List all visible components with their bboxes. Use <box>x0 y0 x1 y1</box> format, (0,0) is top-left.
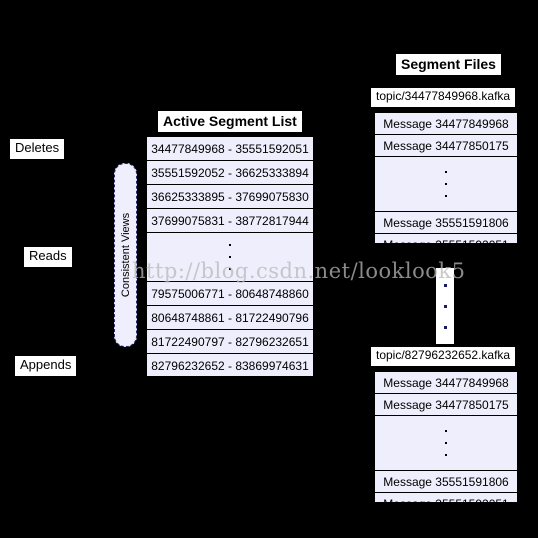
segment-range-row: 79575006771 - 80648748860 <box>147 282 313 306</box>
consistent-views-label: Consistent Views <box>119 212 132 298</box>
segment-range-row-text: 35551592052 - 36625333894 <box>151 165 309 180</box>
ellipsis-dot <box>229 244 231 246</box>
ellipsis-dot <box>443 283 447 287</box>
ellipsis-dot <box>445 171 447 173</box>
ellipsis-dot <box>229 268 231 270</box>
message-row: Message 34477849968 <box>375 113 517 135</box>
ellipsis-dot <box>229 256 231 258</box>
ellipsis-dot <box>445 195 447 197</box>
segment-files-ellipsis <box>436 268 454 344</box>
message-row: Message 35551591806 <box>375 471 517 493</box>
message-row-text: Message 34477850175 <box>383 397 509 412</box>
segment-range-row-text: 80648748861 - 81722490796 <box>151 310 309 325</box>
message-row-text: Message 34477849968 <box>383 116 509 131</box>
segment-range-row-text: 79575006771 - 80648748860 <box>151 286 309 301</box>
message-row-text: Message 35551591806 <box>383 474 509 489</box>
message-row: Message 35551592051 <box>375 234 517 256</box>
operation-label-deletes: Deletes <box>10 139 65 159</box>
segment-range-row-text: 37699075831 - 38772817944 <box>151 213 309 228</box>
ellipsis-dot <box>445 430 447 432</box>
message-row: Message 35551592051 <box>375 493 517 515</box>
segment-range-row-text: 34477849968 - 35551592051 <box>151 141 309 156</box>
ellipsis-dot <box>443 325 447 329</box>
message-row-text: Message 34477850175 <box>383 138 509 153</box>
active-segment-list-title: Active Segment List <box>158 111 302 133</box>
segment-range-row: 34477849968 - 35551592051 <box>147 137 313 161</box>
segment-range-row: 81722490797 - 82796232651 <box>147 330 313 354</box>
ellipsis-dot <box>445 454 447 456</box>
diagram-canvas: Segment Files Active Segment List Delete… <box>0 0 538 538</box>
segment-range-row-text: 82796232652 - 83869974631 <box>151 359 309 373</box>
message-row <box>375 157 517 212</box>
message-row: Message 35551591806 <box>375 212 517 234</box>
ellipsis-dot <box>445 183 447 185</box>
consistent-views-band: Consistent Views <box>114 163 137 347</box>
operation-label-appends: Appends <box>15 356 77 376</box>
segment-range-row: 80648748861 - 81722490796 <box>147 306 313 330</box>
segment-range-row-text: 81722490797 - 82796232651 <box>151 334 309 349</box>
active-segment-list-table: 34477849968 - 35551592051 35551592052 - 3… <box>146 136 314 377</box>
message-row <box>375 416 517 471</box>
message-row-text: Message 35551592051 <box>383 238 509 252</box>
segment-file-table-2: Message 34477849968 Message 34477850175 Me… <box>374 371 518 511</box>
segment-file-table-1: Message 34477849968 Message 34477850175 Me… <box>374 112 518 252</box>
message-row-text: Message 35551591806 <box>383 215 509 230</box>
message-row: Message 34477850175 <box>375 394 517 416</box>
message-row-text: Message 35551592051 <box>383 497 509 511</box>
segment-range-row: 36625333895 - 37699075830 <box>147 185 313 209</box>
message-row-text: Message 34477849968 <box>383 375 509 390</box>
segment-range-row <box>147 233 313 282</box>
segment-file-name-2: topic/82796232652.kafka <box>371 347 516 366</box>
segment-range-row: 35551592052 - 36625333894 <box>147 161 313 185</box>
message-row: Message 34477849968 <box>375 372 517 394</box>
message-row: Message 34477850175 <box>375 135 517 157</box>
ellipsis-dot <box>443 304 447 308</box>
ellipsis-dot <box>445 442 447 444</box>
operation-label-reads: Reads <box>24 247 72 267</box>
segment-range-row: 82796232652 - 83869974631 <box>147 354 313 378</box>
segment-file-name-1: topic/34477849968.kafka <box>371 88 516 107</box>
segment-range-row-text: 36625333895 - 37699075830 <box>151 189 309 204</box>
segment-files-title: Segment Files <box>396 54 501 76</box>
segment-range-row: 37699075831 - 38772817944 <box>147 209 313 233</box>
